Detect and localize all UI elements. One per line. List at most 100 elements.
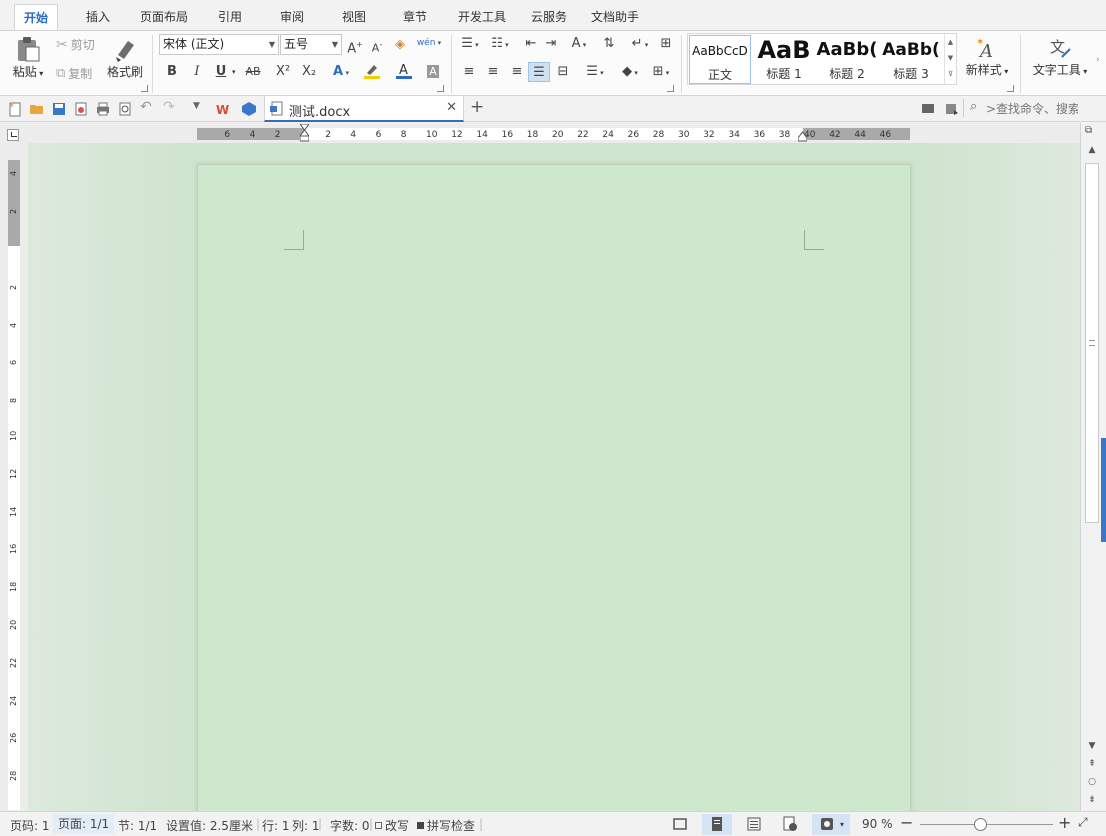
bullets-button[interactable]: ☰ ▾ (456, 34, 484, 54)
font-size-select[interactable]: 五号 ▼ (280, 34, 342, 55)
vertical-scrollbar[interactable]: ⧉ ▲ ▼ ⇞ ○ ⇟ (1080, 123, 1106, 811)
zoom-in-icon[interactable]: + (1058, 813, 1071, 832)
style-gallery-scroll[interactable]: ▲ ▼ ⊽ (944, 34, 956, 84)
new-tab-button[interactable]: + (470, 97, 484, 117)
cloud-icon[interactable] (241, 101, 257, 117)
change-case-button[interactable]: A ▾ (564, 34, 594, 54)
underline-dropdown[interactable]: ▾ (232, 68, 236, 76)
clipboard-launcher[interactable] (141, 85, 148, 92)
ribbon-scroll-right[interactable]: › (1096, 55, 1100, 65)
justify-button[interactable]: ☰ (528, 62, 550, 82)
show-marks-button[interactable]: ↵ ▾ (626, 34, 654, 54)
line-spacing-button[interactable]: ☰ ▾ (580, 62, 610, 82)
tab-page-layout[interactable]: 页面布局 (136, 4, 192, 30)
text-tools-button[interactable]: 文 文字工具 ▾ (1030, 35, 1090, 78)
char-shading-button[interactable]: A (422, 62, 444, 82)
new-style-button[interactable]: A ✶ 新样式 ▾ (962, 35, 1012, 78)
status-word-count[interactable]: 字数: 0 (330, 817, 370, 834)
styles-launcher[interactable] (1007, 85, 1014, 92)
scroll-thumb[interactable] (1085, 163, 1099, 523)
align-right-button[interactable]: ≡ (506, 62, 528, 82)
zoom-out-icon[interactable]: − (900, 813, 913, 832)
shading-button[interactable]: ◆ ▾ (615, 62, 645, 82)
text-effect-button[interactable]: A ▾ (330, 62, 352, 82)
tab-chapter[interactable]: 章节 (397, 4, 433, 30)
style-heading-2[interactable]: AaBb( 标题 2 (816, 35, 878, 84)
font-family-select[interactable]: 宋体 (正文) ▼ (159, 34, 279, 55)
italic-button[interactable]: I (186, 62, 208, 82)
clear-format-button[interactable]: ◈ (389, 35, 411, 55)
wps-icon[interactable]: W (215, 101, 231, 117)
font-color-button[interactable]: A (390, 62, 418, 82)
format-painter-button[interactable]: 格式刷 (104, 35, 146, 80)
table-button[interactable]: ⊞ (655, 34, 677, 54)
document-page[interactable] (197, 164, 911, 811)
command-search-input[interactable] (986, 99, 1078, 119)
open-icon[interactable] (29, 101, 45, 117)
tab-stop-selector[interactable] (7, 129, 19, 141)
tab-insert[interactable]: 插入 (80, 4, 116, 30)
print-icon[interactable] (95, 101, 111, 117)
fit-window-icon[interactable]: ⤢ (1078, 815, 1088, 830)
outline-view-icon[interactable] (745, 816, 763, 832)
bold-button[interactable]: B (161, 62, 183, 82)
style-normal[interactable]: AaBbCcD 正文 (689, 35, 751, 84)
print-preview-icon[interactable] (117, 101, 133, 117)
strikethrough-button[interactable]: AB (240, 62, 266, 82)
eye-protection-dropdown[interactable]: ▾ (840, 820, 844, 829)
decrease-indent-button[interactable]: ⇤ (520, 34, 542, 54)
new-doc-icon[interactable]: ✶ (7, 101, 23, 117)
underline-button[interactable]: U (210, 62, 232, 82)
share-icon[interactable] (944, 101, 960, 117)
redo-icon[interactable]: ↷ (163, 99, 175, 115)
tab-developer[interactable]: 开发工具 (452, 4, 512, 30)
status-page-count[interactable]: 页面: 1/1 (53, 814, 115, 834)
increase-indent-button[interactable]: ⇥ (540, 34, 562, 54)
tab-doc-assistant[interactable]: 文档助手 (586, 4, 644, 30)
grow-font-button[interactable]: A+ (344, 35, 366, 56)
pinyin-button[interactable]: wén ▾ (414, 33, 444, 53)
subscript-button[interactable]: X₂ (298, 62, 320, 82)
font-launcher[interactable] (437, 85, 444, 92)
tab-view[interactable]: 视图 (336, 4, 372, 30)
select-browse-object-button[interactable]: ○ (1085, 777, 1099, 787)
zoom-slider-thumb[interactable] (973, 818, 987, 831)
cut-button[interactable]: ✂ 剪切 (56, 36, 95, 53)
fullscreen-icon[interactable] (671, 816, 689, 832)
status-revision[interactable]: 改写 (375, 817, 409, 834)
save-icon[interactable] (51, 101, 67, 117)
style-heading-1[interactable]: AaB 标题 1 (754, 35, 814, 84)
right-indent-marker[interactable] (797, 130, 808, 142)
tab-review[interactable]: 审阅 (274, 4, 310, 30)
status-spellcheck[interactable]: 拼写检查 (417, 817, 475, 834)
tab-references[interactable]: 引用 (212, 4, 248, 30)
customize-dropdown[interactable]: ▼ (193, 101, 200, 111)
next-page-button[interactable]: ⇟ (1085, 795, 1099, 805)
align-center-button[interactable]: ≡ (482, 62, 504, 82)
borders-button[interactable]: ⊞ ▾ (647, 62, 675, 82)
distribute-button[interactable]: ⊟ (552, 62, 574, 82)
status-setting[interactable]: 设置值: 2.5厘米 (166, 817, 253, 834)
paragraph-launcher[interactable] (667, 85, 674, 92)
zoom-percent[interactable]: 90 % (862, 817, 893, 831)
scroll-up-button[interactable]: ▲ (1085, 145, 1099, 155)
shrink-font-button[interactable]: A- (366, 35, 388, 55)
tab-home[interactable]: 开始 (14, 4, 58, 31)
document-tab[interactable]: 测试.docx ✕ (264, 96, 464, 122)
split-view-icon[interactable]: ⧉ (1085, 125, 1092, 136)
style-heading-3[interactable]: AaBb( 标题 3 (880, 35, 942, 84)
web-view-icon[interactable] (781, 816, 799, 832)
scroll-down-button[interactable]: ▼ (1085, 741, 1099, 751)
highlight-button[interactable] (358, 62, 386, 82)
paste-button[interactable]: 粘贴 ▾ (8, 35, 48, 80)
align-left-button[interactable]: ≡ (458, 62, 480, 82)
superscript-button[interactable]: X² (272, 62, 294, 82)
tab-cloud-service[interactable]: 云服务 (526, 4, 572, 30)
numbering-button[interactable]: ☷ ▾ (486, 34, 514, 54)
undo-icon[interactable]: ↶ (140, 99, 152, 115)
side-panel-toggle[interactable] (1101, 438, 1106, 542)
presentation-icon[interactable] (920, 101, 936, 117)
close-tab-icon[interactable]: ✕ (446, 100, 457, 115)
page-view-icon[interactable] (708, 816, 726, 832)
vertical-ruler[interactable]: 4 2 2 4 6 8 10 12 14 16 18 20 22 24 26 28 (8, 160, 20, 810)
